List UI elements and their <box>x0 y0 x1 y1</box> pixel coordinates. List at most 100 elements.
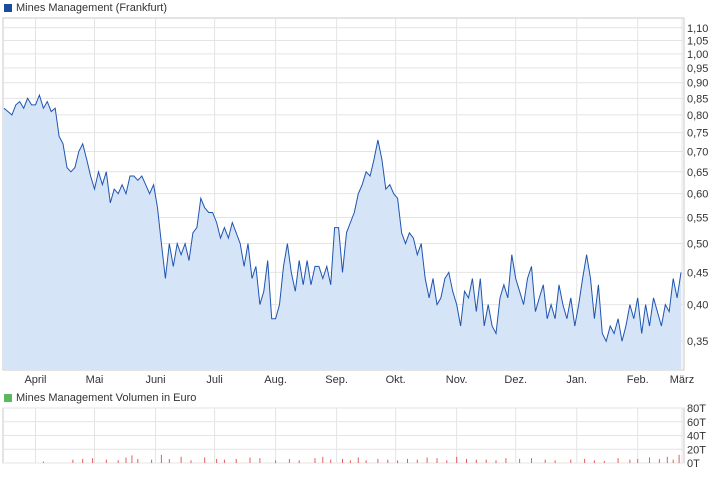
volume-bar <box>235 458 237 463</box>
volume-legend-swatch <box>4 394 12 402</box>
volume-bar <box>349 460 351 464</box>
volume-y-tick-label: 0T <box>687 458 700 470</box>
price-y-tick-label: 0,65 <box>687 167 708 179</box>
volume-bar <box>397 460 399 464</box>
volume-bar <box>531 458 532 463</box>
price-x-tick-label: April <box>24 374 46 386</box>
volume-bar <box>436 458 438 463</box>
volume-bar <box>519 458 521 463</box>
volume-bar <box>475 459 477 463</box>
price-y-tick-label: 0,90 <box>687 78 708 90</box>
volume-bar <box>666 456 668 463</box>
volume-bar <box>407 458 408 463</box>
volume-bar <box>505 458 507 463</box>
price-y-tick-label: 1,05 <box>687 36 708 48</box>
volume-bar <box>357 457 359 463</box>
volume-bar <box>649 457 650 463</box>
price-y-tick-label: 0,55 <box>687 212 708 224</box>
volume-bar <box>330 459 332 463</box>
price-y-tick-label: 0,95 <box>687 63 708 75</box>
volume-bar <box>125 457 127 463</box>
price-y-tick-label: 0,70 <box>687 146 708 158</box>
volume-bar <box>151 459 153 463</box>
volume-bar <box>131 455 133 463</box>
volume-y-tick-label: 20T <box>687 444 706 456</box>
price-y-axis: 0,35 0,40 0,45 0,50 0,55 0,60 0,65 0,70 0,75 0,80… <box>687 23 708 348</box>
volume-bar <box>678 454 680 464</box>
price-x-tick-label: Jan. <box>566 374 587 386</box>
price-x-tick-label: Feb. <box>627 374 649 386</box>
volume-bar <box>204 457 206 463</box>
volume-y-tick-label: 80T <box>687 403 706 415</box>
volume-bar <box>629 459 631 463</box>
volume-bar <box>495 460 497 464</box>
price-y-tick-label: 1,10 <box>687 23 708 35</box>
stock-chart: Mines Management (Frankfurt) 0,35 0,40 0,4… <box>2 2 708 470</box>
price-y-tick-label: 0,50 <box>687 239 708 251</box>
volume-bar <box>603 460 605 463</box>
volume-y-tick-label: 40T <box>687 431 706 443</box>
volume-bar <box>485 459 487 463</box>
volume-bar <box>426 457 428 463</box>
volume-bar <box>658 458 660 463</box>
volume-bar <box>365 460 367 464</box>
volume-bar <box>168 458 170 463</box>
volume-bar <box>456 456 458 463</box>
volume-chart-title: Mines Management Volumen in Euro <box>16 392 196 404</box>
price-y-tick-label: 1,00 <box>687 49 708 61</box>
volume-bar <box>387 459 389 463</box>
volume-bar <box>466 458 467 463</box>
volume-panel: Mines Management Volumen in Euro 0T 20T40… <box>2 392 706 470</box>
volume-bar <box>570 459 572 463</box>
volume-bar <box>377 458 379 463</box>
volume-bar <box>137 458 139 463</box>
price-x-tick-label: Sep. <box>325 374 348 386</box>
price-y-tick-label: 0,45 <box>687 267 708 279</box>
volume-bar <box>593 460 595 464</box>
volume-bar <box>82 458 84 463</box>
volume-bar <box>584 458 586 463</box>
price-x-tick-label: Dez. <box>504 374 527 386</box>
volume-bar <box>259 458 261 463</box>
volume-bar <box>298 460 300 464</box>
volume-bar <box>617 458 619 463</box>
volume-bar <box>275 460 277 464</box>
volume-bar <box>322 456 324 463</box>
price-y-tick-label: 0,80 <box>687 110 708 122</box>
volume-bar <box>92 458 94 463</box>
volume-bar <box>180 456 182 463</box>
volume-bar <box>190 460 192 464</box>
volume-y-tick-label: 60T <box>687 417 706 429</box>
price-x-tick-label: Okt. <box>386 374 406 386</box>
price-y-tick-label: 0,40 <box>687 300 708 312</box>
volume-bar <box>249 457 251 463</box>
volume-bar <box>544 459 546 463</box>
price-x-tick-label: Nov. <box>446 374 468 386</box>
price-x-tick-label: Juni <box>145 374 165 386</box>
volume-bar <box>554 460 556 464</box>
volume-bar <box>216 458 218 463</box>
volume-bar <box>288 458 290 463</box>
volume-bar <box>416 459 418 463</box>
volume-bar <box>672 459 674 463</box>
volume-y-axis: 0T 20T40T 60T 80T <box>687 403 706 470</box>
price-y-tick-label: 0,85 <box>687 93 708 105</box>
price-x-tick-label: Juli <box>206 374 223 386</box>
price-x-axis: April Mai Juni Juli Aug. Sep. Okt. Nov. Dez. Jan.… <box>24 374 694 386</box>
volume-bar <box>105 459 107 463</box>
price-y-tick-label: 0,75 <box>687 128 708 140</box>
price-panel: Mines Management (Frankfurt) 0,35 0,40 0,4… <box>2 2 708 386</box>
price-x-tick-label: Aug. <box>264 374 287 386</box>
volume-bar <box>342 458 343 463</box>
price-chart-title: Mines Management (Frankfurt) <box>16 2 167 14</box>
volume-bar <box>117 460 119 464</box>
volume-bar <box>314 458 316 463</box>
volume-bar <box>637 458 639 463</box>
price-y-tick-label: 0,60 <box>687 189 708 201</box>
volume-bar <box>446 460 448 464</box>
volume-bar <box>223 459 225 463</box>
volume-bar <box>42 461 44 463</box>
price-y-tick-label: 0,35 <box>687 336 708 348</box>
price-x-tick-label: Mai <box>86 374 104 386</box>
price-legend-swatch <box>4 4 12 12</box>
